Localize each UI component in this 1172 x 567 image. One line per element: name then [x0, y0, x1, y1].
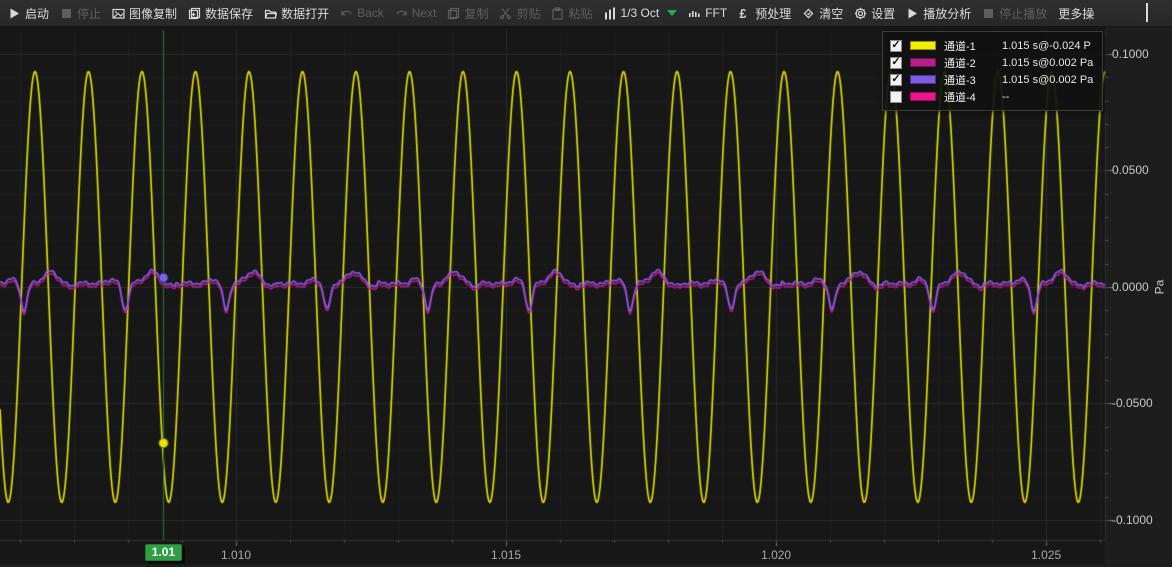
clear-button[interactable]: 清空 — [802, 0, 843, 26]
data-save-label: 数据保存 — [205, 5, 253, 22]
channel-name: 通道-3 — [944, 72, 996, 88]
image-copy-button[interactable]: 图像复制 — [112, 0, 177, 26]
channel-value: 1.015 s@-0.024 P — [1002, 40, 1091, 52]
back-button[interactable]: Back — [340, 0, 384, 26]
tag-icon — [802, 7, 815, 20]
undo-icon — [340, 7, 353, 20]
toolbar: 启动 停止 图像复制 数据保存 数据打开 Back Next 复制 剪贴 粘贴 1/3 Oct FFT… — [0, 0, 1172, 27]
channel-color-swatch — [910, 58, 936, 67]
more-label: 更多操 — [1058, 5, 1094, 22]
dropdown-arrow-icon — [667, 10, 677, 16]
window-controls — [1105, 0, 1172, 27]
stop-playback-button[interactable]: 停止播放 — [982, 0, 1047, 26]
copy-label: 复制 — [464, 5, 488, 22]
svg-text:£: £ — [740, 7, 747, 20]
minimize-button[interactable] — [1105, 0, 1133, 27]
channel-color-swatch — [910, 92, 936, 101]
channel-name: 通道-2 — [944, 55, 996, 71]
settings-button[interactable]: 设置 — [854, 0, 895, 26]
x-axis-tick-label: 1.015 — [484, 548, 528, 562]
channel-color-swatch — [910, 75, 936, 84]
chart-region: 0.1000 0.0500 0.0000 -0.0500 -0.1000 1.010 1.0… — [0, 27, 1172, 567]
more-button[interactable]: 更多操 — [1058, 0, 1094, 26]
fft-bars-icon — [688, 7, 701, 20]
cursor-time-chip[interactable]: 1.01 — [145, 544, 182, 561]
back-label: Back — [357, 6, 384, 20]
scissors-icon — [499, 7, 512, 20]
bars-icon — [604, 7, 617, 20]
play-icon — [906, 7, 919, 20]
save-icon — [188, 7, 201, 20]
clear-label: 清空 — [819, 5, 843, 22]
cut-button[interactable]: 剪贴 — [499, 0, 540, 26]
y-axis-tick-label: -0.1000 — [1112, 513, 1153, 527]
legend-row: ✓ 通道-2 1.015 s@0.002 Pa — [890, 54, 1093, 71]
channel-color-swatch — [910, 41, 936, 50]
oct-mode-label: 1/3 Oct — [621, 6, 660, 20]
paste-button[interactable]: 粘贴 — [551, 0, 592, 26]
channel-checkbox[interactable]: ✓ — [890, 40, 902, 52]
stop-icon — [982, 7, 995, 20]
data-open-button[interactable]: 数据打开 — [264, 0, 329, 26]
stop-label: 停止 — [77, 5, 101, 22]
stop-icon — [60, 7, 73, 20]
gear-icon — [854, 7, 867, 20]
y-axis-tick-label: 0.0000 — [1112, 280, 1149, 294]
oct-mode-button[interactable]: 1/3 Oct — [604, 0, 678, 26]
redo-icon — [395, 7, 408, 20]
fft-label: FFT — [705, 6, 727, 20]
y-axis-tick-label: -0.0500 — [1112, 396, 1153, 410]
legend-row: 通道-4 -- — [890, 88, 1093, 105]
stop-playback-label: 停止播放 — [999, 5, 1047, 22]
play-analysis-label: 播放分析 — [923, 5, 971, 22]
channel-name: 通道-1 — [944, 38, 996, 54]
play-analysis-button[interactable]: 播放分析 — [906, 0, 971, 26]
channel-checkbox[interactable]: ✓ — [890, 74, 902, 86]
x-axis-tick-label: 1.025 — [1024, 548, 1068, 562]
next-label: Next — [412, 6, 437, 20]
start-button[interactable]: 启动 — [8, 0, 49, 26]
channel-name: 通道-4 — [944, 89, 996, 105]
paste-icon — [551, 7, 564, 20]
preprocess-label: 预处理 — [755, 5, 791, 22]
legend-panel: ✓ 通道-1 1.015 s@-0.024 P ✓ 通道-2 1.015 s@0.002 … — [882, 31, 1103, 111]
close-button[interactable] — [1161, 0, 1172, 27]
maximize-icon — [1146, 4, 1148, 22]
maximize-button[interactable] — [1133, 0, 1161, 27]
legend-row: ✓ 通道-1 1.015 s@-0.024 P — [890, 37, 1093, 54]
channel-value: -- — [1002, 91, 1009, 103]
channel-checkbox[interactable]: ✓ — [890, 57, 902, 69]
image-copy-label: 图像复制 — [129, 5, 177, 22]
copy-button[interactable]: 复制 — [447, 0, 488, 26]
paste-label: 粘贴 — [568, 5, 592, 22]
data-open-label: 数据打开 — [281, 5, 329, 22]
cut-label: 剪贴 — [516, 5, 540, 22]
x-axis-tick-label: 1.020 — [754, 548, 798, 562]
x-axis-tick-label: 1.010 — [214, 548, 258, 562]
copy-icon — [447, 7, 460, 20]
y-axis-tick-label: 0.1000 — [1112, 47, 1149, 61]
settings-label: 设置 — [871, 5, 895, 22]
y-axis-unit-label: Pa — [1152, 280, 1166, 295]
data-save-button[interactable]: 数据保存 — [188, 0, 253, 26]
fft-button[interactable]: FFT — [688, 0, 727, 26]
next-button[interactable]: Next — [395, 0, 437, 26]
start-label: 启动 — [25, 5, 49, 22]
channel-value: 1.015 s@0.002 Pa — [1002, 74, 1093, 86]
pound-icon: £ — [738, 7, 751, 20]
stop-button[interactable]: 停止 — [60, 0, 101, 26]
y-axis-tick-label: 0.0500 — [1112, 163, 1149, 177]
legend-row: ✓ 通道-3 1.015 s@0.002 Pa — [890, 71, 1093, 88]
folder-icon — [264, 7, 277, 20]
preprocess-button[interactable]: £ 预处理 — [738, 0, 791, 26]
image-icon — [112, 7, 125, 20]
channel-checkbox[interactable] — [890, 91, 902, 103]
channel-value: 1.015 s@0.002 Pa — [1002, 57, 1093, 69]
play-icon — [8, 7, 21, 20]
